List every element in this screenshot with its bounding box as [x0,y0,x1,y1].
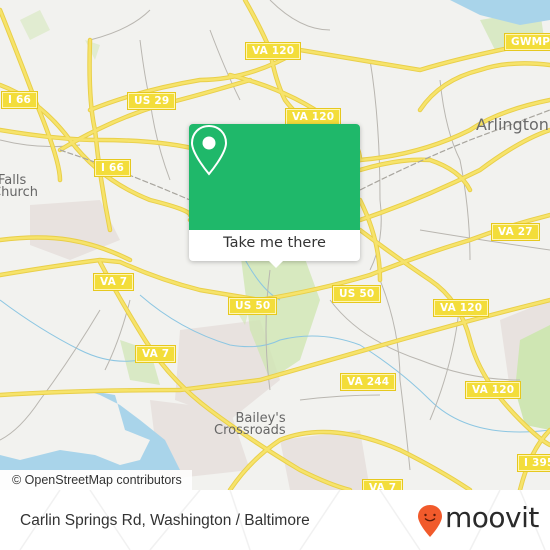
road-shield-va7: VA 7 [361,479,404,490]
take-me-there-button[interactable]: Take me there [189,230,360,261]
map-view[interactable]: VA 120 US 29 I 66 I 66 VA 120 GWMP VA 27… [0,0,550,490]
location-title: Carlin Springs Rd, Washington / Baltimor… [20,512,310,529]
road-shield-i66: I 66 [1,91,38,109]
road-shield-va120: VA 120 [464,381,522,399]
moovit-pin-icon [418,505,442,537]
road-shield-va120: VA 120 [432,299,490,317]
road-shield-i395: I 395 [516,454,550,472]
road-shield-i66: I 66 [94,159,131,177]
road-shield-va7: VA 7 [134,345,177,363]
footer-bar: Carlin Springs Rd, Washington / Baltimor… [0,490,550,550]
place-label-line: Crossroads [214,423,286,438]
road-shield-va27: VA 27 [491,223,540,241]
place-label-arlington: Arlington [476,115,549,134]
road-shield-va7: VA 7 [92,273,135,291]
road-shield-us50: US 50 [227,297,278,315]
map-pin-icon [190,124,228,176]
destination-popup[interactable]: Take me there [189,124,360,268]
map-attribution[interactable]: © OpenStreetMap contributors [0,470,192,490]
place-label-line: Church [0,185,39,200]
place-label-baileys-crossroads: Bailey's Crossroads [214,412,286,438]
brand-name: moovit [445,501,539,534]
road-shield-va244: VA 244 [339,373,397,391]
road-shield-us29: US 29 [126,92,177,110]
popup-header [189,124,360,230]
road-shield-us50: US 50 [331,285,382,303]
road-shield-gwmp: GWMP [503,33,550,51]
road-shield-va120: VA 120 [244,42,302,60]
popup-pointer [268,260,284,268]
road-shield-va120: VA 120 [284,108,342,126]
place-label-falls-church: Falls Church [0,174,39,200]
